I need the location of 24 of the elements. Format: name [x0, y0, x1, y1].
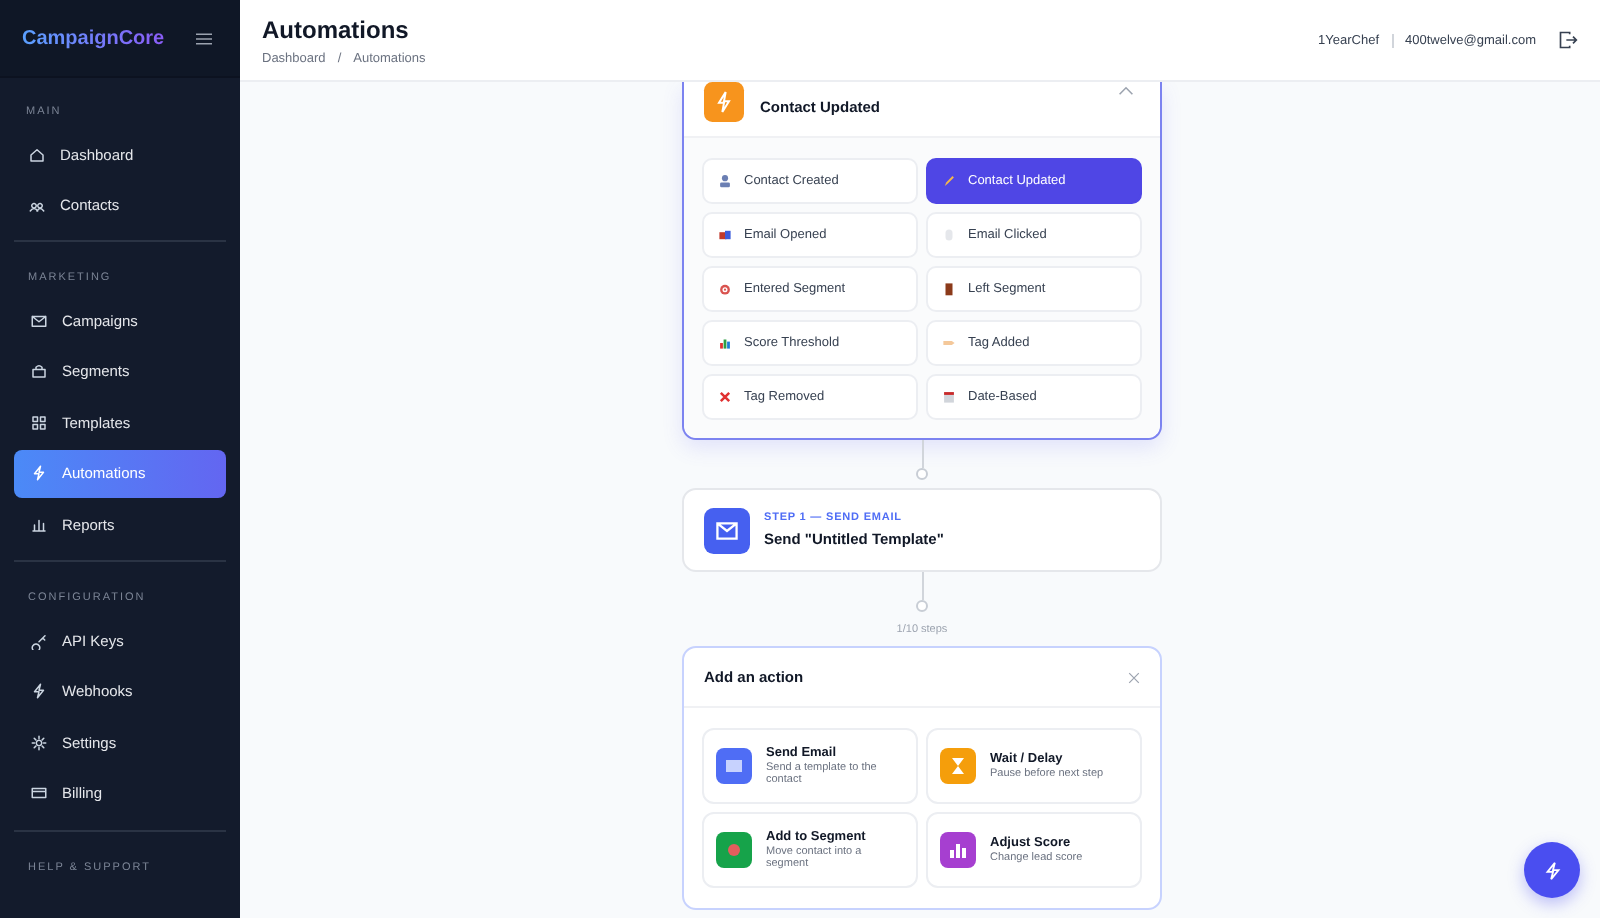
grid-icon — [30, 413, 48, 432]
hourglass-icon — [940, 748, 976, 784]
app-logo[interactable]: CampaignCore — [22, 27, 165, 49]
menu-icon[interactable] — [196, 31, 212, 45]
pencil-icon — [942, 174, 956, 188]
door-icon — [942, 282, 956, 296]
tag-icon — [942, 336, 956, 350]
logout-icon[interactable] — [1558, 30, 1578, 50]
page-title: Automations — [262, 15, 411, 43]
lightning-icon — [30, 682, 48, 701]
gear-icon — [30, 733, 48, 752]
home-icon — [28, 145, 46, 163]
lightning-icon — [30, 464, 48, 483]
calendar-icon — [942, 390, 956, 404]
lightning-icon — [1541, 859, 1563, 881]
cross-icon — [718, 390, 732, 404]
bar-chart-icon — [718, 336, 732, 350]
bar-chart-icon — [30, 516, 48, 535]
bar-chart-icon — [940, 832, 976, 868]
card-icon — [30, 784, 48, 803]
key-icon — [30, 631, 48, 650]
fab-button[interactable] — [1524, 842, 1580, 898]
bag-icon — [30, 362, 48, 381]
person-icon — [718, 174, 732, 188]
